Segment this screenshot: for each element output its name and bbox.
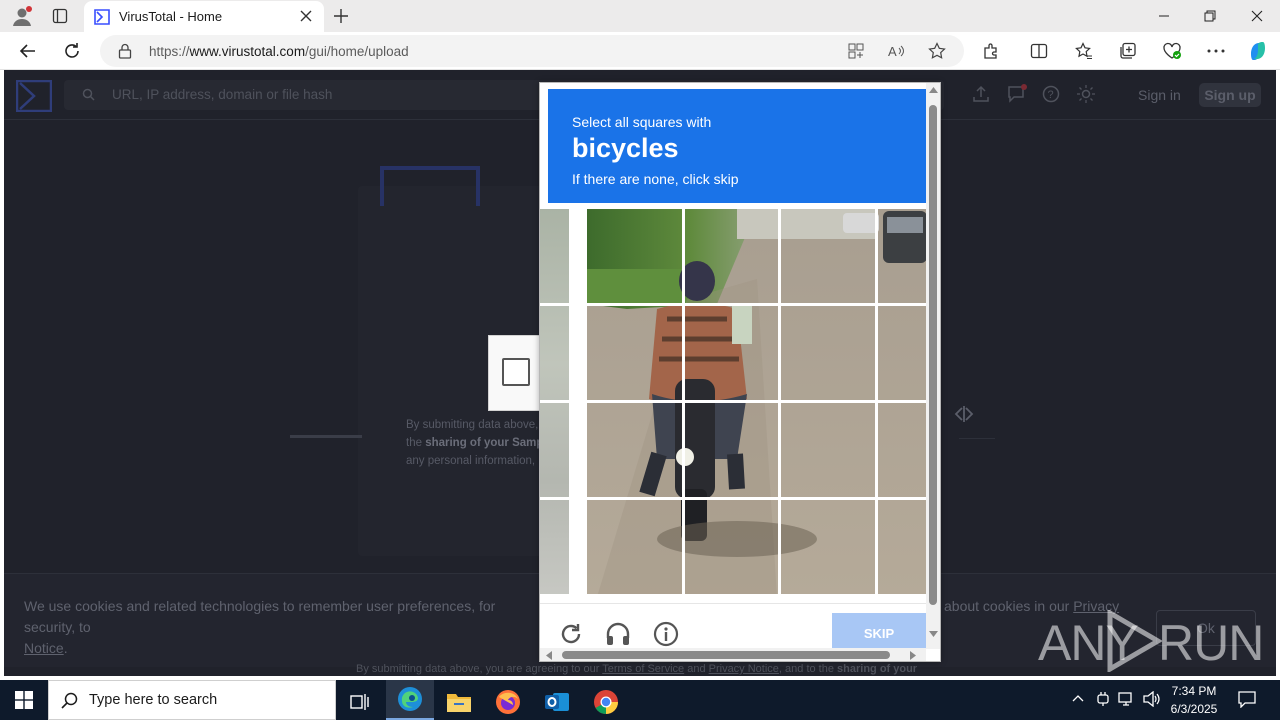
divider (959, 438, 995, 439)
vt-hero-logo-icon (380, 166, 480, 206)
grid-line (540, 400, 926, 403)
compare-icon[interactable] (954, 406, 974, 422)
refresh-icon[interactable] (60, 39, 84, 63)
recaptcha-challenge: Select all squares with bicycles If ther… (539, 82, 941, 662)
back-icon[interactable] (16, 39, 40, 63)
clock-date[interactable]: 6/3/2025 (1162, 702, 1226, 716)
svg-text:A: A (888, 44, 897, 59)
upload-icon[interactable] (972, 85, 990, 103)
skip-button[interactable]: SKIP (832, 613, 926, 649)
copilot-icon[interactable] (1246, 39, 1270, 63)
challenge-object: bicycles (572, 133, 679, 163)
scroll-up-icon[interactable] (929, 87, 938, 93)
collections-icon[interactable] (1116, 39, 1140, 63)
terms-text: By submitting data above, the sharing of… (406, 419, 544, 467)
divider (290, 435, 362, 438)
browser-tab-bar: VirusTotal - Home (0, 0, 1280, 32)
grid-line (569, 209, 572, 597)
read-aloud-icon[interactable]: A (888, 43, 906, 59)
network-device-icon[interactable] (1096, 691, 1110, 707)
grid-line (682, 209, 685, 597)
privacy-notice-footer-link[interactable]: Privacy Notice (709, 663, 779, 675)
vertical-scroll-thumb[interactable] (929, 105, 937, 605)
horizontal-scrollbar[interactable] (540, 648, 926, 661)
adjacent-tile-strip (540, 209, 569, 597)
profile-icon[interactable] (10, 4, 34, 28)
help-icon[interactable]: ? (1042, 85, 1060, 103)
cookie-text: We use cookies and related technologies … (24, 598, 496, 656)
new-tab-icon[interactable] (329, 4, 353, 28)
edge-taskbar-icon[interactable] (386, 680, 434, 720)
theme-sun-icon[interactable] (1077, 85, 1095, 103)
close-window-icon[interactable] (1237, 4, 1277, 28)
challenge-footer: SKIP (540, 603, 926, 649)
favorite-star-icon[interactable] (928, 42, 946, 60)
challenge-instruction: Select all squares with (572, 114, 712, 130)
address-bar[interactable]: https://www.virustotal.com/gui/home/uplo… (100, 35, 964, 67)
grid-line (540, 594, 926, 597)
more-menu-icon[interactable] (1204, 39, 1228, 63)
scroll-down-icon[interactable] (929, 631, 938, 637)
reload-icon[interactable] (557, 620, 585, 648)
restore-icon[interactable] (1190, 4, 1230, 28)
browser-toolbar: https://www.virustotal.com/gui/home/uplo… (0, 32, 1280, 70)
close-tab-icon[interactable] (300, 10, 312, 22)
firefox-icon[interactable] (484, 684, 532, 720)
tab-title: VirusTotal - Home (119, 9, 223, 24)
clock-time[interactable]: 7:34 PM (1162, 684, 1226, 698)
virustotal-logo-icon[interactable] (16, 80, 52, 112)
challenge-header: Select all squares with bicycles If ther… (548, 89, 926, 203)
audio-headphones-icon[interactable] (604, 620, 632, 648)
virustotal-favicon-icon (94, 9, 110, 25)
search-placeholder: URL, IP address, domain or file hash (112, 87, 333, 102)
grid-line (778, 209, 781, 597)
svg-text:?: ? (1048, 89, 1054, 101)
outlook-icon[interactable] (533, 684, 581, 720)
scroll-right-icon[interactable] (910, 651, 916, 660)
volume-icon[interactable] (1143, 691, 1161, 707)
taskbar-search-box[interactable]: Type here to search (48, 680, 336, 720)
taskbar-search-placeholder: Type here to search (89, 692, 218, 708)
challenge-grid (540, 209, 926, 597)
url-text: https://www.virustotal.com/gui/home/uplo… (149, 44, 409, 59)
file-explorer-icon[interactable] (435, 684, 483, 720)
chat-icon[interactable] (1007, 84, 1027, 104)
grid-line (540, 497, 926, 500)
show-hidden-icons-icon[interactable] (1072, 694, 1084, 702)
chrome-icon[interactable] (582, 684, 630, 720)
tab-actions-icon[interactable] (48, 4, 72, 28)
signin-link[interactable]: Sign in (1138, 87, 1181, 103)
info-icon[interactable] (652, 620, 680, 648)
tab-virustotal[interactable]: VirusTotal - Home (84, 1, 324, 32)
vertical-scrollbar[interactable] (926, 83, 940, 649)
recaptcha-checkbox[interactable] (502, 358, 530, 386)
anyrun-watermark: ANY RUN (1038, 610, 1264, 674)
horizontal-scroll-thumb[interactable] (562, 651, 890, 659)
minimize-icon[interactable] (1144, 4, 1184, 28)
privacy-notice-link[interactable]: Notice (24, 640, 64, 656)
search-icon (61, 692, 78, 709)
extensions-icon[interactable] (979, 39, 1003, 63)
search-icon (82, 88, 95, 101)
signup-button[interactable]: Sign up (1199, 83, 1261, 107)
notifications-icon[interactable] (1238, 690, 1256, 708)
network-icon[interactable] (1118, 691, 1136, 707)
terms-of-service-link[interactable]: Terms of Service (602, 663, 684, 675)
grid-line (540, 303, 926, 306)
play-triangle-icon (1106, 610, 1162, 672)
grid-line (875, 209, 878, 597)
favorites-icon[interactable] (1072, 39, 1096, 63)
browser-essentials-icon[interactable] (1160, 39, 1184, 63)
task-view-icon[interactable] (336, 684, 384, 720)
footer-terms: By submitting data above, you are agreei… (356, 663, 918, 675)
app-available-icon[interactable] (848, 43, 864, 59)
watermark-right: RUN (1158, 615, 1264, 671)
lock-icon[interactable] (118, 43, 132, 59)
split-screen-icon[interactable] (1027, 39, 1051, 63)
challenge-note: If there are none, click skip (572, 171, 739, 187)
windows-taskbar: Type here to search (0, 680, 1280, 720)
windows-start-icon[interactable] (0, 682, 48, 718)
scroll-left-icon[interactable] (546, 651, 552, 660)
